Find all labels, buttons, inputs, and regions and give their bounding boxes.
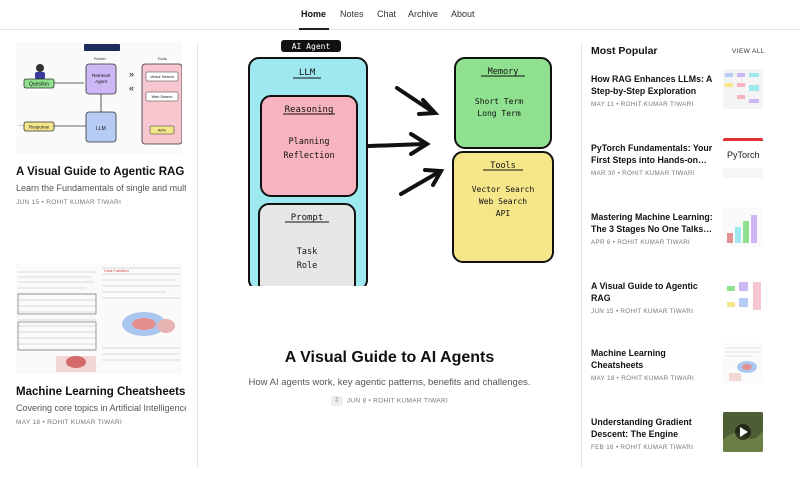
svg-text:Web Search: Web Search — [479, 197, 527, 206]
svg-text:APIs: APIs — [158, 129, 166, 133]
popular-item-thumbnail[interactable] — [723, 207, 763, 247]
post-title[interactable]: A Visual Guide to Agentic RAG — [16, 166, 186, 178]
post-thumbnail[interactable]: Cost Function — [16, 264, 182, 374]
svg-text:Question: Question — [29, 82, 49, 88]
svg-text:Reflection: Reflection — [283, 151, 334, 161]
nav-notes[interactable]: Notes — [340, 9, 364, 19]
svg-text:Short Term: Short Term — [475, 97, 523, 106]
popular-item-title[interactable]: Machine Learning Cheatsheets — [591, 347, 713, 371]
popular-item-title[interactable]: Understanding Gradient Descent: The Engi… — [591, 416, 713, 440]
popular-item-thumbnail[interactable]: PyTorch — [723, 138, 763, 178]
nav-home[interactable]: Home — [301, 9, 326, 19]
svg-text:Vector Search: Vector Search — [472, 185, 535, 194]
hero-subtitle: How AI agents work, key agentic patterns… — [248, 377, 531, 388]
nav-chat[interactable]: Chat — [377, 9, 396, 19]
post-meta: MAY 18 • ROHIT KUMAR TIWARI — [16, 419, 123, 426]
popular-item[interactable]: Machine Learning Cheatsheets MAY 18 • RO… — [591, 343, 763, 407]
post-card-agentic-rag[interactable]: —— Question Router Retrieval Agent » « L… — [16, 42, 186, 206]
svg-text:Role: Role — [297, 261, 317, 271]
popular-item-title[interactable]: PyTorch Fundamentals: Your First Steps i… — [591, 142, 713, 166]
popular-item[interactable]: A Visual Guide to Agentic RAG JUN 15 • R… — [591, 276, 763, 340]
pin-icon: ⇩ — [330, 396, 343, 406]
column-divider-right — [581, 42, 582, 467]
post-meta: JUN 15 • ROHIT KUMAR TIWARI — [16, 199, 122, 206]
nav-about[interactable]: About — [451, 9, 475, 19]
hero-image[interactable]: AI Agent LLM Reasoning Planning Reflecti… — [201, 40, 578, 286]
svg-text:API: API — [496, 209, 511, 218]
hero-meta: ⇩ JUN 8 • ROHIT KUMAR TIWARI — [201, 396, 578, 406]
post-description: Covering core topics in Artificial Intel… — [16, 403, 186, 413]
hero-title[interactable]: A Visual Guide to AI Agents — [201, 349, 578, 367]
svg-text:Agent: Agent — [95, 79, 108, 84]
nav-archive[interactable]: Archive — [408, 9, 438, 19]
popular-item[interactable]: Mastering Machine Learning: The 3 Stages… — [591, 207, 763, 271]
svg-text:Long Term: Long Term — [477, 109, 521, 118]
popular-item-meta: JUN 15 • ROHIT KUMAR TIWARI — [591, 308, 694, 315]
popular-item-thumbnail[interactable] — [723, 276, 763, 316]
svg-text:Response: Response — [29, 125, 50, 130]
popular-item-meta: APR 6 • ROHIT KUMAR TIWARI — [591, 239, 691, 246]
popular-item-thumbnail[interactable] — [723, 69, 763, 109]
svg-text:PyTorch: PyTorch — [727, 150, 760, 160]
svg-text:Router: Router — [94, 56, 107, 61]
popular-item[interactable]: PyTorch Fundamentals: Your First Steps i… — [591, 138, 763, 202]
popular-item-meta: FEB 16 • ROHIT KUMAR TIWARI — [591, 444, 694, 451]
svg-text:Planning: Planning — [289, 137, 330, 147]
popular-item-thumbnail[interactable] — [723, 343, 763, 383]
svg-text:Vector Search: Vector Search — [150, 75, 174, 79]
top-nav: Home Notes Chat Archive About — [0, 0, 800, 30]
svg-text:AI Agent: AI Agent — [292, 42, 331, 51]
popular-item-title[interactable]: Mastering Machine Learning: The 3 Stages… — [591, 211, 713, 235]
svg-text:LLM: LLM — [299, 68, 316, 78]
svg-text:»: » — [129, 69, 134, 79]
hero-meta-text: JUN 8 • ROHIT KUMAR TIWARI — [346, 397, 449, 405]
svg-text:«: « — [129, 83, 134, 93]
svg-text:Retrieval: Retrieval — [92, 73, 110, 78]
most-popular-heading: Most Popular — [591, 45, 658, 57]
post-description: Learn the Fundamentals of single and mul… — [16, 183, 186, 193]
column-divider-left — [197, 42, 198, 467]
svg-text:LLM: LLM — [96, 126, 106, 132]
svg-text:Tools: Tools — [157, 56, 166, 61]
popular-item-meta: MAR 30 • ROHIT KUMAR TIWARI — [591, 170, 695, 177]
view-all-link[interactable]: VIEW ALL — [732, 48, 765, 55]
post-thumbnail[interactable]: —— Question Router Retrieval Agent » « L… — [16, 42, 182, 154]
popular-item-thumbnail[interactable] — [723, 412, 763, 452]
nav-active-underline — [299, 28, 329, 30]
svg-text:Task: Task — [297, 247, 317, 257]
svg-text:Cost Function: Cost Function — [104, 268, 129, 273]
post-card-ml-cheatsheets[interactable]: Cost Function Machine Learning Cheatshee… — [16, 264, 186, 426]
post-title[interactable]: Machine Learning Cheatsheets — [16, 386, 186, 398]
popular-item-meta: MAY 18 • ROHIT KUMAR TIWARI — [591, 375, 695, 382]
popular-item-title[interactable]: A Visual Guide to Agentic RAG — [591, 280, 713, 304]
svg-text:Web Search: Web Search — [152, 95, 173, 99]
popular-item-title[interactable]: How RAG Enhances LLMs: A Step-by-Step Ex… — [591, 73, 713, 97]
popular-item[interactable]: Understanding Gradient Descent: The Engi… — [591, 412, 763, 476]
popular-item-meta: MAY 11 • ROHIT KUMAR TIWARI — [591, 101, 694, 108]
popular-item[interactable]: How RAG Enhances LLMs: A Step-by-Step Ex… — [591, 69, 763, 133]
